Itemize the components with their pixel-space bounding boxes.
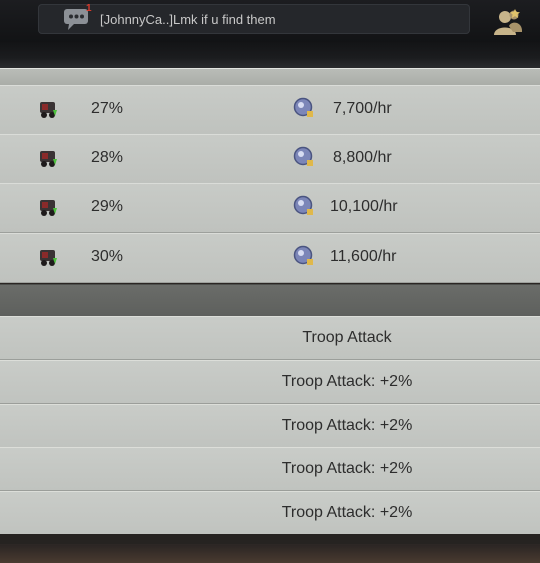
troop-bonus: Troop Attack: +2%	[281, 504, 413, 521]
troop-row: Troop Attack: +2%	[0, 491, 540, 535]
gem-orb-icon	[293, 97, 313, 117]
cart-resource-icon	[40, 151, 57, 167]
rate-percent: 27%	[91, 100, 124, 117]
rate-gain: 7,700/hr	[333, 100, 392, 117]
rate-percent: 28%	[91, 149, 124, 166]
troop-column-header: Troop Attack	[302, 329, 392, 346]
cart-resource-icon	[40, 250, 57, 266]
unread-badge: 1	[86, 3, 92, 14]
table-header-strip	[0, 68, 540, 86]
gem-orb-icon	[293, 245, 313, 265]
rate-gain: 8,800/hr	[333, 149, 392, 166]
top-separator	[0, 42, 540, 68]
cart-resource-icon	[40, 200, 57, 216]
troop-row: Troop Attack: +2%	[0, 360, 540, 404]
troop-row: Troop Attack: +2%	[0, 404, 540, 448]
troop-bonus: Troop Attack: +2%	[281, 417, 413, 434]
bottom-background	[0, 534, 540, 563]
chat-last-message[interactable]: [JohnnyCa..]Lmk if u find them	[100, 12, 276, 27]
rate-row: 29% 10,100/hr	[0, 183, 540, 233]
rate-percent: 30%	[91, 248, 124, 265]
troop-row: Troop Attack: +2%	[0, 447, 540, 491]
rate-row: 28% 8,800/hr	[0, 134, 540, 184]
rate-row: 30% 11,600/hr	[0, 233, 540, 283]
rate-gain: 11,600/hr	[330, 248, 397, 265]
troop-header-row: Troop Attack	[0, 316, 540, 360]
gem-orb-icon	[293, 146, 313, 166]
rate-percent: 29%	[91, 198, 124, 215]
cart-resource-icon	[40, 102, 57, 118]
section-divider	[0, 284, 540, 317]
troop-bonus: Troop Attack: +2%	[281, 373, 413, 390]
friends-icon[interactable]	[491, 8, 523, 36]
troop-bonus: Troop Attack: +2%	[281, 460, 413, 477]
gem-orb-icon	[293, 195, 313, 215]
rate-gain: 10,100/hr	[330, 198, 398, 215]
rate-row: 27% 7,700/hr	[0, 85, 540, 135]
